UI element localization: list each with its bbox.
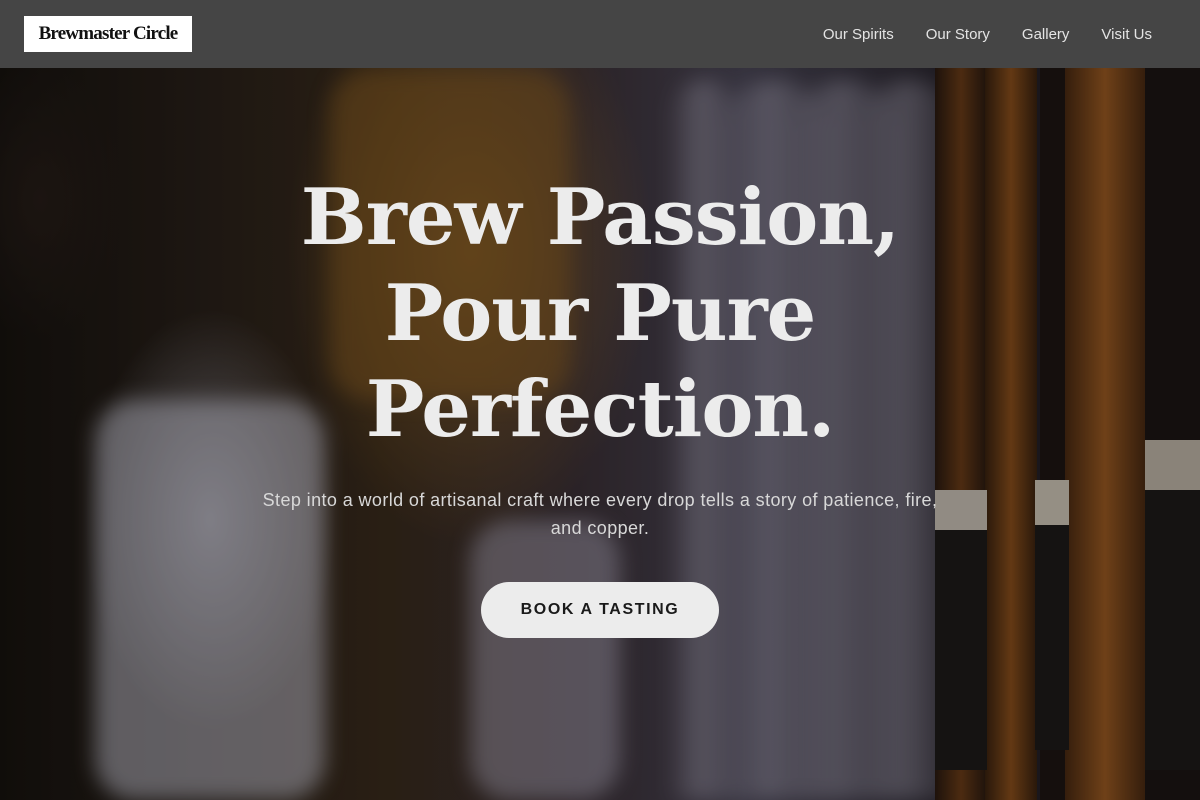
hero-content: Brew Passion, Pour Pure Perfection. Step… bbox=[0, 170, 1200, 638]
brand-logo[interactable]: Brewmaster Circle bbox=[24, 16, 192, 52]
nav-link-gallery[interactable]: Gallery bbox=[1022, 26, 1070, 43]
hero-subtitle: Step into a world of artisanal craft whe… bbox=[262, 490, 938, 538]
nav-links: Our Spirits Our Story Gallery Visit Us bbox=[823, 0, 1152, 68]
nav-link-our-story[interactable]: Our Story bbox=[926, 26, 990, 43]
nav-link-visit-us[interactable]: Visit Us bbox=[1101, 26, 1152, 43]
top-navigation-bar: Brewmaster Circle Our Spirits Our Story … bbox=[0, 0, 1200, 68]
book-tasting-button[interactable]: BOOK A TASTING bbox=[481, 582, 719, 638]
hero-headline-line-3: Perfection. bbox=[365, 364, 836, 455]
nav-link-our-spirits[interactable]: Our Spirits bbox=[823, 26, 894, 43]
hero-headline-line-1: Brew Passion, bbox=[300, 172, 900, 263]
hero-headline: Brew Passion, Pour Pure Perfection. bbox=[0, 170, 1200, 458]
hero-headline-line-2: Pour Pure bbox=[384, 268, 817, 359]
